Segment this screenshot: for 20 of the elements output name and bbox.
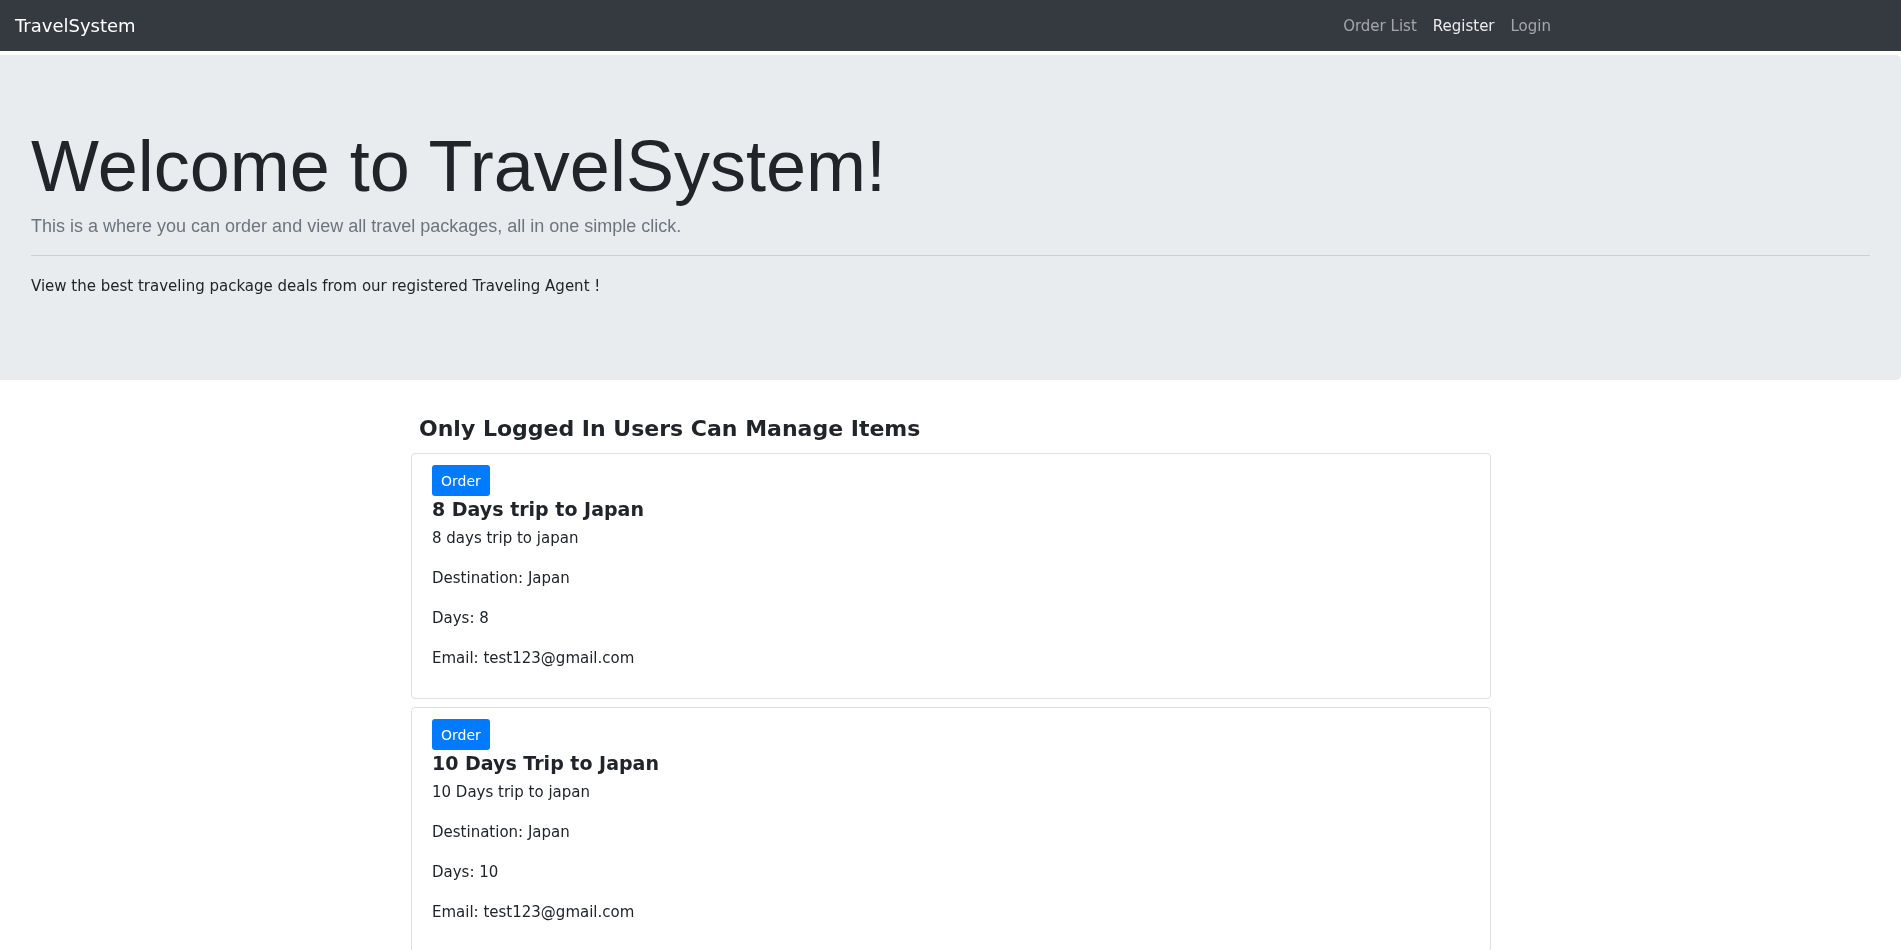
hero-lead: This is a where you can order and view all travel packages, all in one simple click.	[31, 214, 683, 238]
package-email: Email: test123@gmail.com	[432, 902, 636, 923]
order-button[interactable]: Order	[432, 465, 490, 496]
package-email: Email: test123@gmail.com	[432, 648, 636, 669]
order-button[interactable]: Order	[432, 719, 490, 750]
package-days: Days: 10	[432, 860, 1470, 884]
brand-link[interactable]: TravelSystem	[15, 15, 136, 36]
package-description: 10 Days trip to japan	[432, 782, 591, 803]
hero-text: View the best traveling package deals from our registered Traveling Agent !	[31, 275, 602, 297]
nav-link[interactable]: Login	[1510, 16, 1551, 35]
package-title: 10 Days Trip to Japan	[432, 752, 660, 774]
nav-link[interactable]: Register	[1432, 16, 1495, 35]
section-title: Only Logged In Users Can Manage Items	[419, 416, 922, 441]
hero-title: Welcome to TravelSystem!	[31, 125, 887, 208]
package-title: 8 Days trip to Japan	[432, 498, 645, 520]
package-destination: Destination: Japan	[432, 568, 571, 589]
package-destination: Destination: Japan	[432, 822, 571, 843]
package-description: 8 days trip to japan	[432, 528, 580, 549]
package-days: Days: 8	[432, 606, 1470, 630]
nav-link[interactable]: Order List	[1343, 16, 1417, 35]
